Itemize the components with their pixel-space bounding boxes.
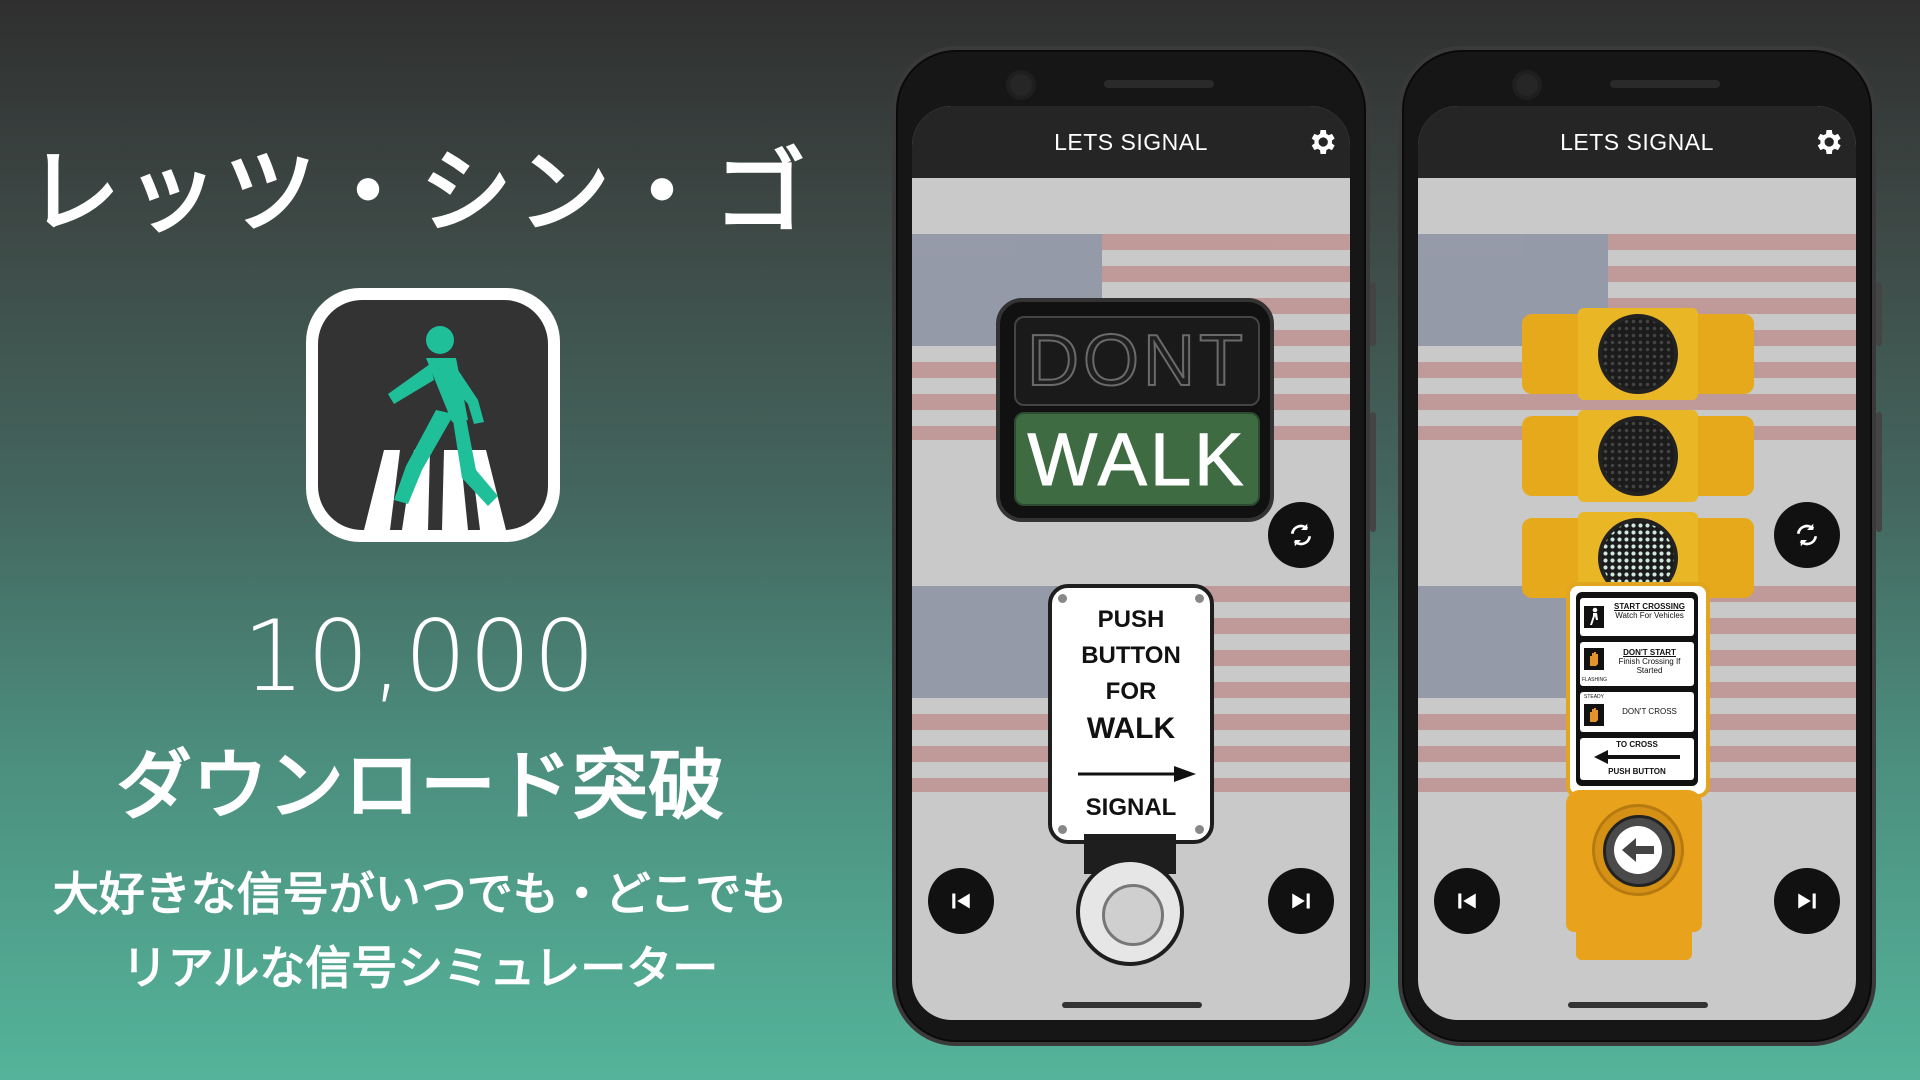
refresh-button[interactable] xyxy=(1774,502,1840,568)
push-button[interactable] xyxy=(1076,858,1184,966)
gear-icon[interactable] xyxy=(1812,126,1844,158)
traffic-lamp-top xyxy=(1598,314,1678,394)
sign-line-push: PUSH xyxy=(1097,606,1165,633)
signal-walk-text: WALK xyxy=(1014,412,1260,506)
refresh-icon xyxy=(1290,523,1312,547)
speaker-grille xyxy=(1610,80,1720,88)
next-signal-button[interactable] xyxy=(1268,868,1334,934)
camera-icon xyxy=(1010,74,1032,96)
download-count: 10,000 xyxy=(242,600,598,714)
dont-cross-title: DON'T CROSS xyxy=(1622,707,1677,716)
dont-start-text: Finish Crossing If Started xyxy=(1618,657,1681,675)
previous-signal-button[interactable] xyxy=(1434,868,1500,934)
arrow-left-icon xyxy=(1594,750,1680,764)
skip-previous-icon xyxy=(1458,893,1476,909)
start-crossing-text: Watch For Vehicles xyxy=(1615,611,1684,620)
sign-row-dont-cross: STEADY DON'T CROSS xyxy=(1580,692,1694,732)
app-header: LETS SIGNAL xyxy=(1418,106,1856,178)
power-button xyxy=(1370,282,1376,346)
home-indicator xyxy=(1062,1002,1202,1008)
walking-person-icon xyxy=(1584,606,1604,628)
hand-icon xyxy=(1584,704,1604,726)
gear-icon[interactable] xyxy=(1306,126,1338,158)
power-button xyxy=(1876,282,1882,346)
speaker-grille xyxy=(1104,80,1214,88)
header-title: LETS SIGNAL xyxy=(1054,128,1208,155)
pedestrian-crossing-icon xyxy=(364,326,506,530)
refresh-button[interactable] xyxy=(1268,502,1334,568)
skip-next-icon xyxy=(1292,893,1310,909)
hand-icon xyxy=(1584,648,1604,670)
push-button-sign: PUSH BUTTON FOR WALK SIGNAL xyxy=(1048,584,1214,844)
skip-next-icon xyxy=(1798,893,1816,909)
arrow-left-icon xyxy=(1622,838,1654,862)
phone-mockup-2: LETS SIGNAL START CROSSING Watch For Veh… xyxy=(1398,46,1882,1046)
dont-walk-signal[interactable]: DONT WALK xyxy=(996,298,1274,522)
sign-line-signal: SIGNAL xyxy=(1085,794,1177,821)
home-indicator xyxy=(1568,1002,1708,1008)
header-title: LETS SIGNAL xyxy=(1560,128,1714,155)
app-screen-1: LETS SIGNAL DONT WALK PUSH BUTTON FOR WA… xyxy=(912,106,1350,1020)
skip-previous-icon xyxy=(952,893,970,909)
arrow-right-icon xyxy=(1078,766,1196,782)
phone-mockup-1: LETS SIGNAL DONT WALK PUSH BUTTON FOR WA… xyxy=(892,46,1376,1046)
signal-dont-text: DONT xyxy=(1014,316,1260,406)
sign-row-start-crossing: START CROSSING Watch For Vehicles xyxy=(1580,598,1694,636)
push-button-base xyxy=(1576,932,1692,960)
volume-button xyxy=(1876,412,1882,532)
flashing-tag: FLASHING xyxy=(1582,677,1608,683)
volume-button xyxy=(1370,412,1376,532)
push-button[interactable] xyxy=(1592,804,1684,896)
app-logo xyxy=(306,288,560,542)
pedestrian-push-button-housing xyxy=(1566,790,1702,932)
steady-tag: STEADY xyxy=(1584,694,1605,700)
sign-line-walk: WALK xyxy=(1086,712,1176,745)
pedestrian-instruction-sign: START CROSSING Watch For Vehicles FLASHI… xyxy=(1566,582,1710,798)
sign-row-push-button: TO CROSS PUSH BUTTON xyxy=(1580,738,1694,780)
app-header: LETS SIGNAL xyxy=(912,106,1350,178)
tagline-line-1: 大好きな信号がいつでも・どこでも xyxy=(52,867,788,921)
sign-line-for: FOR xyxy=(1105,678,1157,705)
sign-line-button: BUTTON xyxy=(1081,642,1181,669)
tagline-line-2: リアルな信号シミュレーター xyxy=(121,941,719,995)
start-crossing-title: START CROSSING xyxy=(1614,602,1685,611)
to-cross-title: TO CROSS xyxy=(1616,740,1658,749)
previous-signal-button[interactable] xyxy=(928,868,994,934)
download-label: ダウンロード突破 xyxy=(116,741,724,830)
traffic-lamp-middle xyxy=(1598,416,1678,496)
next-signal-button[interactable] xyxy=(1774,868,1840,934)
dont-start-title: DON'T START xyxy=(1623,648,1676,657)
app-screen-2: LETS SIGNAL START CROSSING Watch For Veh… xyxy=(1418,106,1856,1020)
refresh-icon xyxy=(1796,523,1818,547)
sign-row-dont-start: FLASHING DON'T START Finish Crossing If … xyxy=(1580,642,1694,686)
traffic-light[interactable] xyxy=(1522,308,1754,614)
camera-icon xyxy=(1516,74,1538,96)
push-button-text: PUSH BUTTON xyxy=(1608,767,1666,776)
